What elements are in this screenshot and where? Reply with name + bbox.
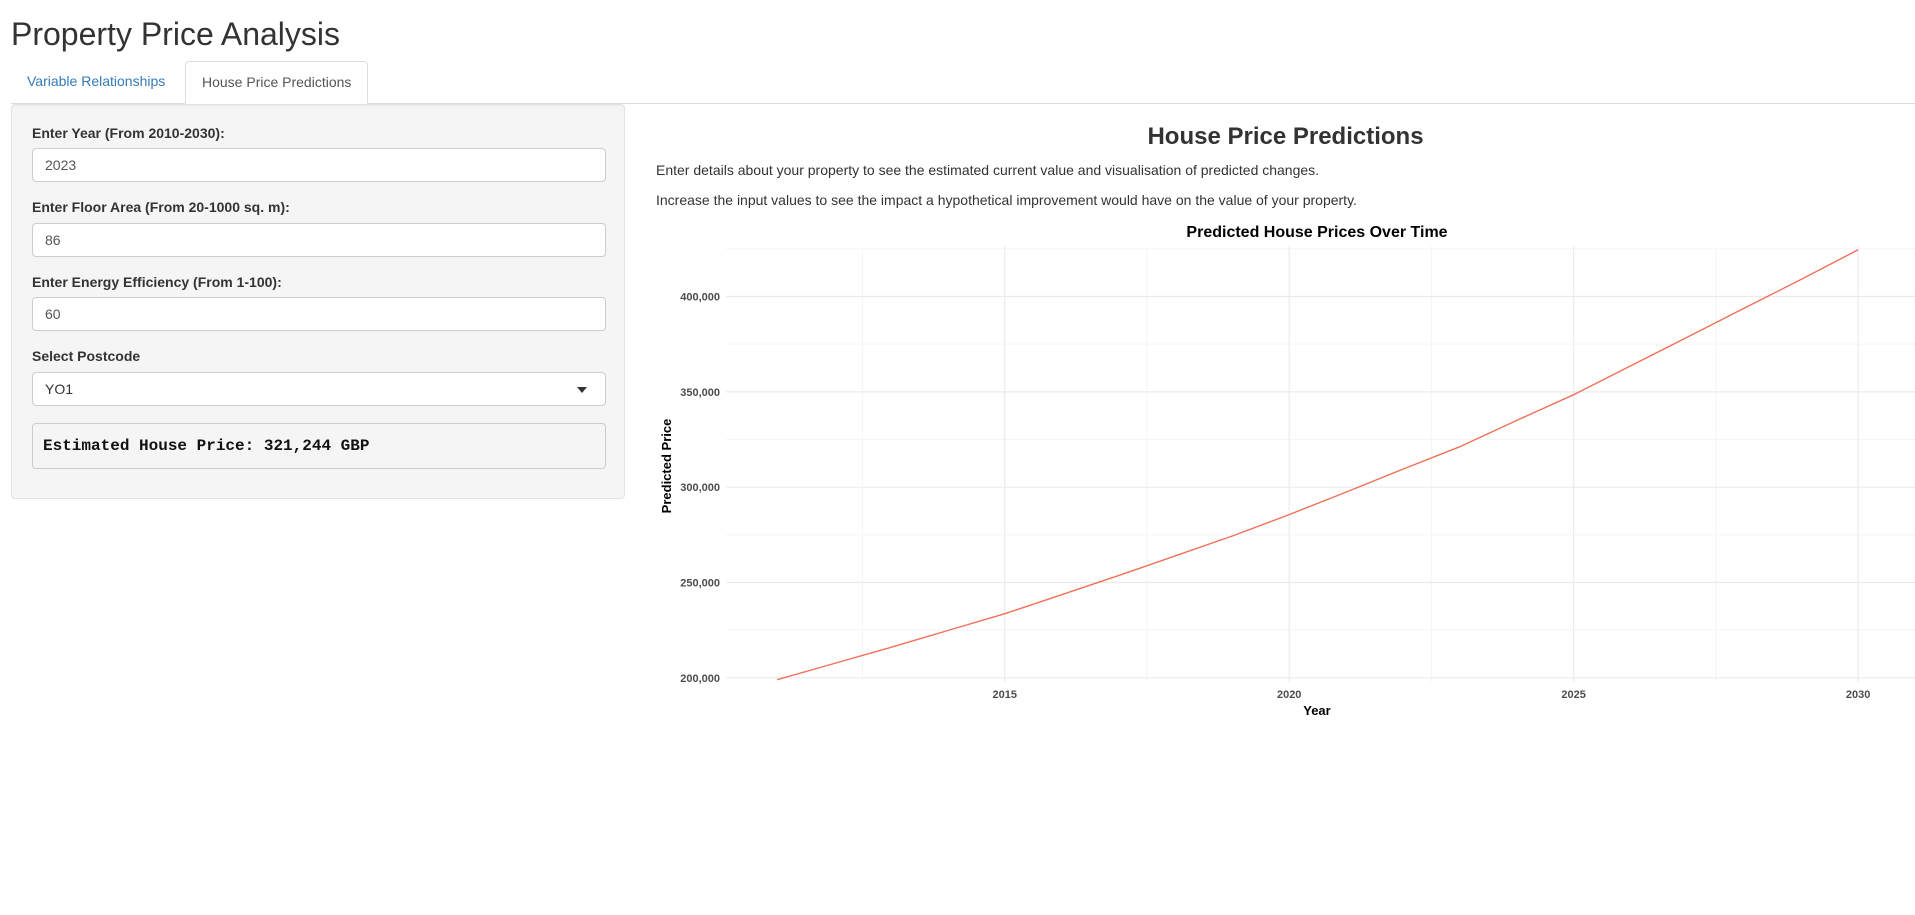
tab-bar: Variable Relationships House Price Predi… <box>11 61 1915 104</box>
x-tick-label: 2030 <box>1846 689 1870 701</box>
y-tick-label: 200,000 <box>680 673 720 685</box>
y-tick-label: 400,000 <box>680 292 720 304</box>
postcode-select[interactable]: YO1 <box>32 372 606 406</box>
description-text-1: Enter details about your property to see… <box>656 162 1320 178</box>
y-tick-label: 250,000 <box>680 577 720 589</box>
y-tick-label: 300,000 <box>680 482 720 494</box>
predictions-title: House Price Predictions <box>1147 123 1424 150</box>
chart-tick-labels: 2015 2020 2025 2030 200,000 250,000 300,000 350… <box>680 292 1870 701</box>
floor-area-label: Enter Floor Area (From 20-1000 sq. m): <box>32 199 290 215</box>
sidebar-panel: Enter Year (From 2010-2030): Enter Floor… <box>11 104 625 499</box>
floor-area-input[interactable] <box>32 223 606 257</box>
postcode-label: Select Postcode <box>32 348 141 364</box>
chevron-down-icon <box>577 387 587 393</box>
estimated-price-output: Estimated House Price: 321,244 GBP <box>32 423 606 469</box>
x-tick-label: 2020 <box>1277 689 1301 701</box>
description-text-2: Increase the input values to see the imp… <box>656 192 1357 208</box>
y-axis-title: Predicted Price <box>659 419 674 514</box>
price-chart: 2015 2020 2025 2030 200,000 250,000 300,000 350… <box>659 224 1915 718</box>
app-title: Property Price Analysis <box>11 16 341 52</box>
tab-variable-relationships[interactable]: Variable Relationships <box>11 61 181 102</box>
x-tick-label: 2015 <box>993 689 1017 701</box>
chart-title: Predicted House Prices Over Time <box>1186 224 1447 241</box>
series-line <box>777 249 1859 681</box>
x-axis-title: Year <box>1303 703 1330 718</box>
postcode-selected-value: YO1 <box>45 381 74 397</box>
x-tick-label: 2025 <box>1561 689 1585 701</box>
tab-house-price-predictions[interactable]: House Price Predictions <box>185 61 369 104</box>
energy-efficiency-label: Enter Energy Efficiency (From 1-100): <box>32 274 282 290</box>
year-input[interactable] <box>32 148 606 182</box>
y-tick-label: 350,000 <box>680 387 720 399</box>
year-label: Enter Year (From 2010-2030): <box>32 125 225 141</box>
energy-efficiency-input[interactable] <box>32 297 606 331</box>
